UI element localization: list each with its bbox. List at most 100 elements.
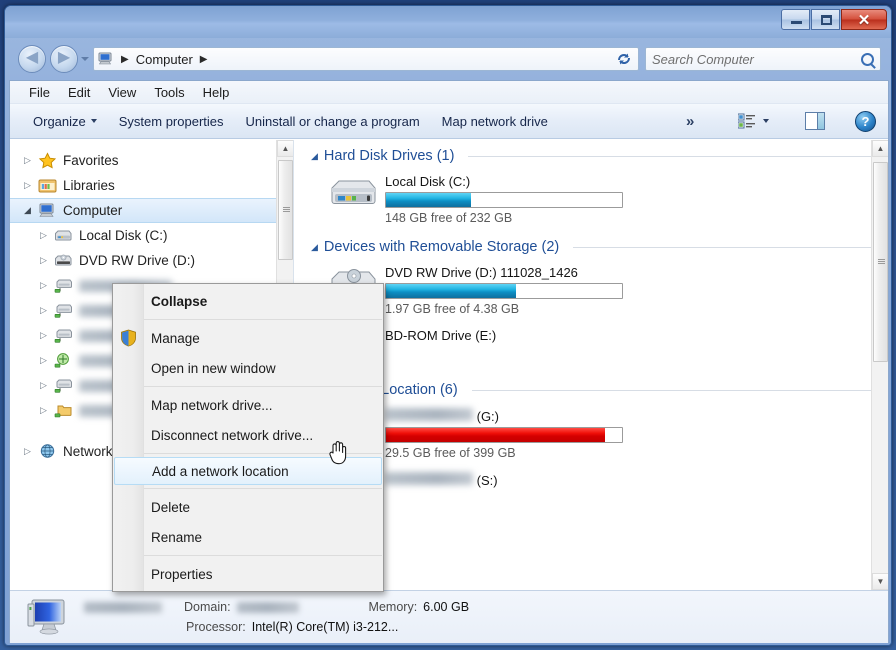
network-drive-green-icon	[54, 352, 73, 369]
drive-name: BD-ROM Drive (E:)	[385, 328, 497, 343]
tree-expand-icon[interactable]: ▷	[24, 446, 38, 457]
group-title: Devices with Removable Storage (2)	[323, 239, 560, 255]
tree-collapse-icon[interactable]: ◢	[24, 205, 38, 216]
context-menu-separator	[144, 319, 382, 320]
context-menu-item-rename[interactable]: Rename	[113, 522, 383, 552]
network-drive-icon	[54, 327, 73, 344]
network-icon	[38, 443, 57, 460]
context-menu-label: Delete	[151, 499, 191, 515]
menu-file[interactable]: File	[20, 83, 59, 102]
drive-item[interactable]: Share Folder (S:)	[311, 466, 888, 518]
window-controls: ✕	[781, 9, 887, 30]
tree-expand-icon[interactable]: ▷	[24, 180, 38, 191]
drive-info: Local Disk (C:) 148 GB free of 232 GB	[385, 172, 623, 225]
tree-expand-icon[interactable]: ▷	[40, 305, 54, 316]
computer-icon	[98, 51, 114, 67]
context-menu-item-collapse[interactable]: Collapse	[113, 286, 383, 316]
menu-tools[interactable]: Tools	[145, 83, 193, 102]
context-menu-item-map-network-drive[interactable]: Map network drive...	[113, 390, 383, 420]
context-menu-item-delete[interactable]: Delete	[113, 492, 383, 522]
tree-expand-icon[interactable]: ▷	[40, 355, 54, 366]
context-menu-item-properties[interactable]: Properties	[113, 559, 383, 589]
change-view-button[interactable]	[737, 113, 769, 129]
content-pane: ◢ Hard Disk Drives (1) Local Disk (C:) 148 …	[297, 140, 888, 590]
navpane-scroll-thumb[interactable]	[278, 160, 293, 260]
content-scroll-down-button[interactable]: ▼	[872, 573, 888, 590]
title-bar: ✕	[5, 6, 891, 38]
drive-item[interactable]: DVD RW Drive (D:) 111028_1426 1.97 GB fre…	[311, 259, 888, 322]
drive-info: Group Quota (G:) 29.5 GB free of 399 GB	[385, 406, 623, 460]
menu-view[interactable]: View	[99, 83, 145, 102]
breadcrumb-computer[interactable]: Computer	[134, 52, 195, 67]
capacity-bar	[385, 283, 623, 299]
help-button[interactable]: ?	[855, 110, 876, 132]
tree-item-favorites[interactable]: ▷ Favorites	[10, 148, 293, 173]
menu-help[interactable]: Help	[194, 83, 239, 102]
group-header[interactable]: ◢ Hard Disk Drives (1)	[311, 140, 888, 168]
tree-expand-icon[interactable]: ▷	[40, 405, 54, 416]
view-chevron-down-icon[interactable]	[763, 119, 769, 123]
command-bar: Organize System properties Uninstall or …	[10, 104, 888, 139]
group-title: Hard Disk Drives (1)	[323, 148, 455, 164]
tree-item-label: Favorites	[63, 153, 119, 168]
context-menu-label: Map network drive...	[151, 397, 273, 413]
drive-item[interactable]: Group Quota (G:) 29.5 GB free of 399 GB	[311, 402, 888, 466]
preview-pane-button[interactable]	[805, 112, 825, 130]
processor-value: Intel(R) Core(TM) i3-212...	[251, 620, 399, 634]
context-menu-label: Open in new window	[151, 360, 276, 376]
drive-name: DVD RW Drive (D:) 111028_1426	[385, 265, 578, 280]
network-drive-icon	[54, 277, 73, 294]
search-input[interactable]: Search Computer	[652, 52, 861, 67]
tree-item-label: Computer	[63, 203, 123, 218]
group-header[interactable]: ◢ Devices with Removable Storage (2)	[311, 231, 888, 259]
tree-expand-icon[interactable]: ▷	[24, 155, 38, 166]
harddisk-icon	[54, 227, 73, 244]
tree-item-label: DVD RW Drive (D:)	[79, 253, 195, 268]
organize-button[interactable]: Organize	[22, 110, 108, 133]
menu-edit[interactable]: Edit	[59, 83, 99, 102]
navpane-scroll-up-button[interactable]: ▲	[277, 140, 293, 157]
history-dropdown-icon[interactable]	[81, 57, 89, 61]
address-bar[interactable]: ▶ Computer ▶	[93, 47, 639, 71]
tree-item-libraries[interactable]: ▷ Libraries	[10, 173, 293, 198]
content-scroll-thumb[interactable]	[873, 162, 888, 362]
tree-item-local-disk-c[interactable]: ▷ Local Disk (C:)	[10, 223, 293, 248]
tree-expand-icon[interactable]: ▷	[40, 255, 54, 266]
group-collapse-icon[interactable]: ◢	[311, 151, 318, 162]
system-properties-button[interactable]: System properties	[108, 110, 235, 133]
context-menu-item-open-in-new-window[interactable]: Open in new window	[113, 353, 383, 383]
drive-free-space: 29.5 GB free of 399 GB	[385, 446, 516, 460]
harddisk-icon	[329, 172, 379, 214]
drive-name: Group Quota (G:)	[385, 408, 623, 424]
context-menu-item-manage[interactable]: Manage	[113, 323, 383, 353]
group-header[interactable]: ◢Network Location (6)	[311, 374, 888, 402]
maximize-button[interactable]	[811, 9, 840, 30]
context-menu: Collapse Manage Open in new window Map netw…	[112, 283, 384, 592]
tree-item-computer[interactable]: ◢ Computer	[10, 198, 293, 223]
navigation-row: ◀ ▶ ▶ Computer ▶ Search Computer	[5, 38, 891, 80]
search-box[interactable]: Search Computer	[645, 47, 881, 71]
context-menu-label: Disconnect network drive...	[151, 427, 314, 443]
tree-expand-icon[interactable]: ▷	[40, 380, 54, 391]
tree-expand-icon[interactable]: ▷	[40, 330, 54, 341]
overflow-chevron-icon[interactable]: »	[686, 113, 694, 130]
content-scrollbar[interactable]: ▲ ▼	[871, 140, 888, 590]
breadcrumb-separator-end[interactable]: ▶	[195, 54, 213, 65]
drive-item[interactable]: BD-ROM Drive (E:)	[311, 322, 888, 374]
group-collapse-icon[interactable]: ◢	[311, 242, 318, 253]
content-scroll-up-button[interactable]: ▲	[872, 140, 888, 157]
refresh-button[interactable]	[613, 48, 635, 70]
context-menu-label: Add a network location	[152, 463, 289, 479]
network-folder-icon	[54, 402, 73, 419]
minimize-button[interactable]	[781, 9, 810, 30]
uninstall-program-button[interactable]: Uninstall or change a program	[235, 110, 431, 133]
back-button[interactable]: ◀	[18, 45, 46, 73]
tree-expand-icon[interactable]: ▷	[40, 230, 54, 241]
drive-item[interactable]: Local Disk (C:) 148 GB free of 232 GB	[311, 168, 888, 231]
tree-item-dvd-rw-drive-d[interactable]: ▷ DVD RW Drive (D:)	[10, 248, 293, 273]
libraries-icon	[38, 177, 57, 194]
forward-button[interactable]: ▶	[50, 45, 78, 73]
close-button[interactable]: ✕	[841, 9, 887, 30]
map-network-drive-button[interactable]: Map network drive	[431, 110, 559, 133]
tree-expand-icon[interactable]: ▷	[40, 280, 54, 291]
